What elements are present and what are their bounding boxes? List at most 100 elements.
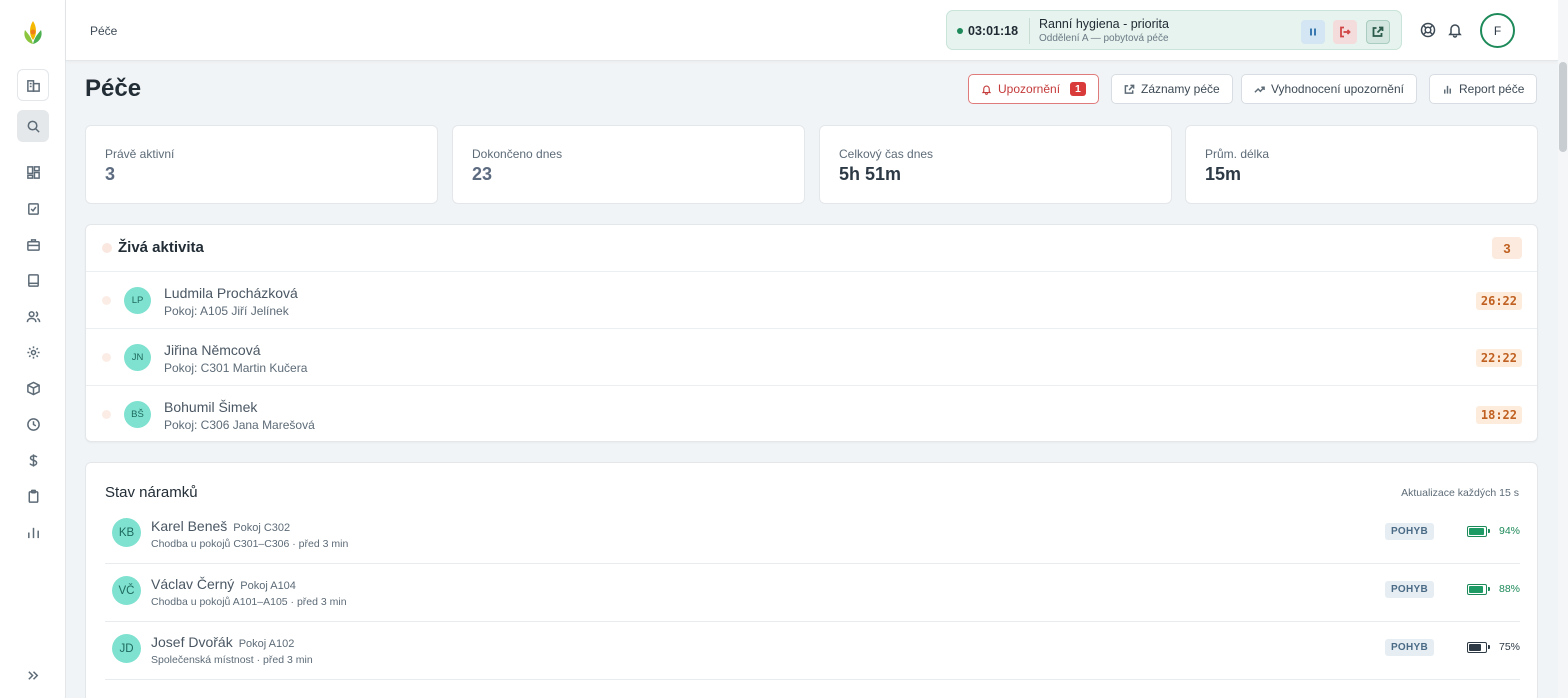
- battery-icon: [1467, 642, 1490, 653]
- stat-value: 15m: [1205, 164, 1242, 184]
- bracelet-row[interactable]: JD Josef Dvořák Pokoj A102 Společenská mí…: [105, 622, 1520, 680]
- avatar: LP: [124, 287, 151, 314]
- bracelet-status-title: Stav náramků: [105, 484, 198, 501]
- clock-icon: [26, 417, 40, 431]
- row-status-dot: [102, 296, 111, 305]
- row-status-dot: [102, 353, 111, 362]
- room-and-caregiver: Pokoj: C301 Martin Kučera: [164, 361, 308, 375]
- sidebar-item-work[interactable]: [22, 233, 44, 255]
- live-activity-row[interactable]: LP Ludmila Procházková Pokoj: A105 Jiří …: [86, 271, 1537, 328]
- search-icon: [27, 120, 40, 133]
- sidebar-item-history[interactable]: [22, 413, 44, 435]
- care-records-button[interactable]: Záznamy péče: [1111, 74, 1233, 104]
- trending-up-icon: [1254, 85, 1265, 93]
- sidebar-item-book[interactable]: [22, 269, 44, 291]
- resident-name-line: Václav Černý Pokoj A104: [151, 576, 296, 592]
- location-and-time: Společenská místnost · před 3 min: [151, 654, 313, 666]
- room-label: Pokoj A102: [238, 638, 295, 650]
- timer-elapsed: 03:01:18: [968, 24, 1019, 38]
- live-activity-title: Živá aktivita: [118, 239, 204, 256]
- timer-stop-button[interactable]: [1333, 20, 1357, 44]
- location-and-time: Chodba u pokojů A101–A105 · před 3 min: [151, 596, 347, 608]
- timer-open-button[interactable]: [1366, 20, 1390, 44]
- elapsed-time: 26:22: [1475, 292, 1522, 310]
- resident-name-line: Josef Dvořák Pokoj A102: [151, 634, 294, 650]
- notifications-button[interactable]: [1446, 21, 1464, 39]
- pause-icon: [1310, 28, 1316, 36]
- room-label: Pokoj A104: [240, 580, 296, 592]
- live-activity-panel: Živá aktivita 3 LP Ludmila Procházková P…: [85, 224, 1538, 442]
- battery-icon: [1467, 584, 1490, 595]
- bell-icon: [1448, 24, 1462, 38]
- package-icon: [26, 381, 40, 395]
- bell-icon: [981, 85, 992, 95]
- sidebar-item-reports[interactable]: [22, 521, 44, 543]
- stat-value: 3: [105, 164, 116, 184]
- stat-value: 5h 51m: [839, 164, 902, 184]
- stat-label: Dokončeno dnes: [472, 147, 563, 161]
- sidebar-item-inventory[interactable]: [22, 377, 44, 399]
- bar-chart-icon: [1444, 85, 1451, 94]
- sidebar-item-buildings[interactable]: [17, 69, 49, 101]
- bar-chart-icon: [27, 527, 39, 538]
- resident-name: Josef Dvořák: [151, 634, 233, 650]
- help-button[interactable]: [1419, 21, 1437, 39]
- resident-name-line: Karel Beneš Pokoj C302: [151, 518, 290, 534]
- status-badge: POHYB: [1384, 639, 1434, 656]
- briefcase-icon: [26, 238, 40, 251]
- sidebar-search-button[interactable]: [17, 110, 49, 142]
- battery-fill: [1469, 644, 1481, 651]
- sidebar-item-dashboard[interactable]: [22, 161, 44, 183]
- resident-name: Václav Černý: [151, 576, 235, 592]
- stat-label: Prům. délka: [1205, 147, 1270, 161]
- alerts-evaluation-button[interactable]: Vyhodnocení upozornění: [1241, 74, 1417, 104]
- live-activity-row[interactable]: BŠ Bohumil Šimek Pokoj: C306 Jana Marešo…: [86, 385, 1537, 442]
- stat-card-active: Právě aktivní 3: [85, 125, 438, 204]
- app-logo[interactable]: [20, 18, 46, 46]
- sidebar-item-tasks[interactable]: [22, 197, 44, 219]
- resident-name: Ludmila Procházková: [164, 285, 298, 301]
- care-report-button[interactable]: Report péče: [1429, 74, 1538, 104]
- avatar: VČ: [112, 576, 141, 605]
- status-badge: POHYB: [1384, 523, 1434, 540]
- active-task-timer[interactable]: 03:01:18 Ranní hygiena - priorita Odděle…: [946, 10, 1402, 50]
- users-icon: [26, 310, 40, 322]
- battery-percent: 88%: [1498, 583, 1520, 595]
- timer-running-dot: [957, 28, 963, 34]
- alerts-evaluation-label: Vyhodnocení upozornění: [1271, 82, 1404, 96]
- alerts-count-badge: 1: [1070, 82, 1086, 96]
- gear-icon: [26, 345, 40, 359]
- sidebar-item-finance[interactable]: [22, 449, 44, 471]
- clipboard-icon: [28, 489, 38, 503]
- stat-card-total-time: Celkový čas dnes 5h 51m: [819, 125, 1172, 204]
- user-avatar[interactable]: F: [1480, 13, 1515, 48]
- sidebar-expand-button[interactable]: [22, 664, 44, 686]
- row-status-dot: [102, 410, 111, 419]
- live-indicator-dot: [102, 243, 112, 253]
- status-badge: POHYB: [1384, 581, 1434, 598]
- breadcrumb[interactable]: Péče: [90, 24, 117, 38]
- battery-fill: [1469, 528, 1485, 535]
- sidebar-item-users[interactable]: [22, 305, 44, 327]
- page-scrollbar[interactable]: [1558, 0, 1568, 698]
- stat-card-completed: Dokončeno dnes 23: [452, 125, 805, 204]
- external-link-icon: [1124, 84, 1135, 94]
- scrollbar-thumb[interactable]: [1559, 62, 1567, 152]
- bracelet-row[interactable]: KB Karel Beneš Pokoj C302 Chodba u pokojů…: [105, 506, 1520, 564]
- timer-pause-button[interactable]: [1301, 20, 1325, 44]
- resident-name: Jiřina Němcová: [164, 342, 261, 358]
- care-records-label: Záznamy péče: [1141, 82, 1220, 96]
- page-title: Péče: [85, 75, 142, 102]
- sidebar-item-settings[interactable]: [22, 341, 44, 363]
- lifebuoy-icon: [1420, 22, 1436, 38]
- bracelet-row[interactable]: VČ Václav Černý Pokoj A104 Chodba u pokoj…: [105, 564, 1520, 622]
- book-icon: [27, 273, 39, 287]
- avatar: JN: [124, 344, 151, 371]
- sidebar: [0, 0, 66, 698]
- live-activity-row[interactable]: JN Jiřina Němcová Pokoj: C301 Martin Kuč…: [86, 328, 1537, 385]
- expand-icon: [27, 670, 38, 680]
- battery-icon: [1467, 526, 1490, 537]
- alerts-button[interactable]: Upozornění 1: [968, 74, 1099, 104]
- sidebar-item-clipboard[interactable]: [22, 485, 44, 507]
- care-report-label: Report péče: [1459, 82, 1525, 96]
